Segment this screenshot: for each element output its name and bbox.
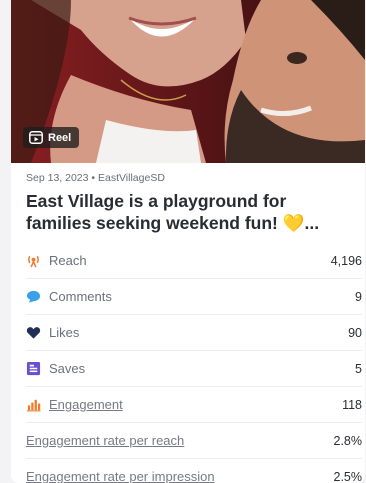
metric-label: Saves xyxy=(49,361,86,376)
post-card[interactable]: Reel Sep 13, 2023 • EastVillageSD East V… xyxy=(11,0,365,483)
metric-row-reach: Reach 4,196 xyxy=(26,243,362,279)
metric-value: 90 xyxy=(348,325,362,340)
reel-icon xyxy=(29,131,43,144)
broadcast-icon xyxy=(28,255,39,268)
metric-value: 4,196 xyxy=(330,253,362,268)
heart-icon xyxy=(26,327,41,339)
engagement-rate-reach-link[interactable]: Engagement rate per reach xyxy=(26,433,184,448)
metric-row-engagement: Engagement 118 xyxy=(26,387,362,423)
metric-row-likes: Likes 90 xyxy=(26,315,362,351)
bookmark-list-icon xyxy=(26,361,41,376)
metric-value: 9 xyxy=(355,289,362,304)
engagement-rate-impression-link[interactable]: Engagement rate per impression xyxy=(26,469,215,483)
post-title[interactable]: East Village is a playground for familie… xyxy=(26,190,356,234)
reel-badge: Reel xyxy=(23,127,80,148)
engagement-link[interactable]: Engagement xyxy=(49,397,123,412)
comment-bubble-icon xyxy=(26,290,41,303)
metric-label: Reach xyxy=(49,253,87,268)
metric-value: 118 xyxy=(342,397,362,412)
post-date-account: Sep 13, 2023 • EastVillageSD xyxy=(26,172,165,184)
metrics-list: Reach 4,196 Comments 9 Likes 90 Saves 5 … xyxy=(26,243,362,483)
metric-label: Comments xyxy=(49,289,112,304)
metric-value: 2.5% xyxy=(333,469,363,483)
post-thumbnail[interactable]: Reel xyxy=(11,0,365,163)
metric-row-engagement-rate-impression: Engagement rate per impression 2.5% xyxy=(26,459,362,483)
reel-badge-label: Reel xyxy=(48,131,72,144)
bar-chart-icon xyxy=(26,399,41,412)
metric-row-saves: Saves 5 xyxy=(26,351,362,387)
metric-value: 2.8% xyxy=(333,433,363,448)
metric-label: Likes xyxy=(49,325,80,340)
metric-row-comments: Comments 9 xyxy=(26,279,362,315)
metric-value: 5 xyxy=(355,361,362,376)
metric-row-engagement-rate-reach: Engagement rate per reach 2.8% xyxy=(26,423,362,459)
